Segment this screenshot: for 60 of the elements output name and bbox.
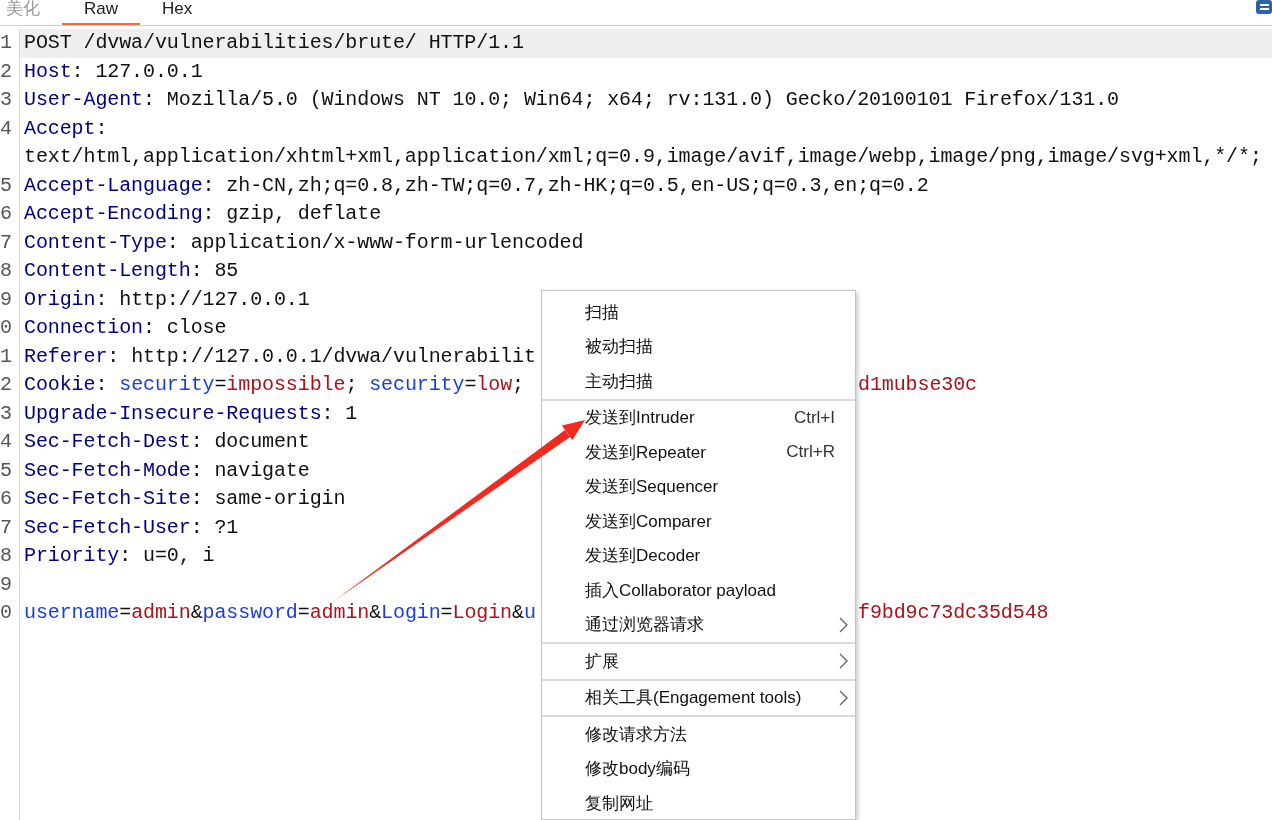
line-number: 1 — [0, 30, 12, 56]
line-number: 2 — [0, 372, 12, 398]
menu-item[interactable]: 发送到Decoder — [542, 538, 855, 573]
line-number: 9 — [0, 286, 12, 313]
line-number: 6 — [0, 486, 12, 512]
code-line: Sec-Fetch-Dest: document — [24, 429, 310, 455]
code-line: Host: 127.0.0.1 — [24, 58, 203, 85]
menu-item[interactable]: 发送到Comparer — [542, 504, 855, 539]
code-line: Content-Length: 85 — [24, 258, 239, 284]
code-line: Content-Type: application/x-www-form-urlencoded — [24, 229, 584, 256]
code-line: Upgrade-Insecure-Requests: 1 — [24, 400, 358, 427]
menu-item[interactable]: 相关工具(Engagement tools) — [542, 680, 855, 715]
code-line: Accept-Encoding: gzip, deflate — [24, 201, 382, 227]
code-line: Sec-Fetch-User: ?1 — [24, 514, 239, 541]
code-line: username=admin&password=admin&Login=Login&u — [24, 600, 536, 626]
line-number: 8 — [0, 543, 12, 569]
code-line: Connection: close — [24, 315, 227, 341]
menu-item[interactable]: 修改请求方法 — [542, 717, 855, 752]
line-number: 3 — [0, 400, 12, 427]
code-text: d1mubse30c — [858, 372, 978, 398]
menu-item[interactable]: 复制网址 — [542, 786, 855, 819]
code-line: text/html,application/xhtml+xml,application/xml;q=0.9,image/avif,image/webp,image/png,image/svg+xml,*/*; — [24, 144, 1262, 170]
tab[interactable]: Raw — [62, 0, 140, 25]
menu-item[interactable]: 发送到Repeater Ctrl+R — [542, 435, 855, 470]
tab[interactable]: Hex — [140, 0, 215, 25]
line-number: 4 — [0, 429, 12, 455]
line-number: 7 — [0, 229, 12, 256]
line-number: 5 — [0, 172, 12, 199]
menu-item[interactable]: 通过浏览器请求 — [542, 607, 855, 642]
menu-item[interactable]: 主动扫描 — [542, 364, 855, 399]
code-line: Sec-Fetch-Mode: navigate — [24, 457, 310, 484]
menu-item[interactable]: 扩展 — [542, 644, 855, 679]
code-line: Sec-Fetch-Site: same-origin — [24, 486, 346, 512]
line-number: 6 — [0, 201, 12, 227]
menu-item[interactable]: 修改body编码 — [542, 751, 855, 786]
line-number: 2 — [0, 58, 12, 85]
line-number: 4 — [0, 115, 12, 142]
line-number: 5 — [0, 457, 12, 484]
panel-icon[interactable] — [1256, 0, 1272, 14]
code-line: Origin: http://127.0.0.1 — [24, 286, 310, 313]
line-number: 7 — [0, 514, 12, 541]
menu-item[interactable]: 发送到Sequencer — [542, 469, 855, 504]
code-line: Accept-Language: zh-CN,zh;q=0.8,zh-TW;q=0.7,zh-HK;q=0.5,en-US;q=0.3,en;q=0.2 — [24, 172, 929, 199]
code-line: Referer: http://127.0.0.1/dvwa/vulnerabilit — [24, 343, 536, 370]
code-line: User-Agent: Mozilla/5.0 (Windows NT 10.0; Win64; x64; rv:131.0) Gecko/20100101 Firefox/131.0 — [24, 87, 1119, 113]
line-number: 8 — [0, 258, 12, 284]
line-number: 3 — [0, 87, 12, 113]
code-line: Cookie: security=impossible; security=low; — [24, 372, 524, 398]
code-line: Accept: — [24, 115, 108, 142]
menu-item[interactable]: 扫描 — [542, 295, 855, 330]
code-line: Priority: u=0, i — [24, 543, 215, 569]
menu-item[interactable]: 插入Collaborator payload — [542, 573, 855, 608]
code-line: POST /dvwa/vulnerabilities/brute/ HTTP/1.1 — [24, 30, 524, 56]
line-number: 1 — [0, 343, 12, 370]
menu-item[interactable]: 被动扫描 — [542, 329, 855, 364]
line-number: 0 — [0, 600, 12, 626]
menu-item[interactable]: 发送到Intruder Ctrl+I — [542, 400, 855, 435]
line-number: 9 — [0, 571, 12, 598]
line-number: 0 — [0, 315, 12, 341]
code-text: f9bd9c73dc35d548 — [858, 600, 1049, 626]
